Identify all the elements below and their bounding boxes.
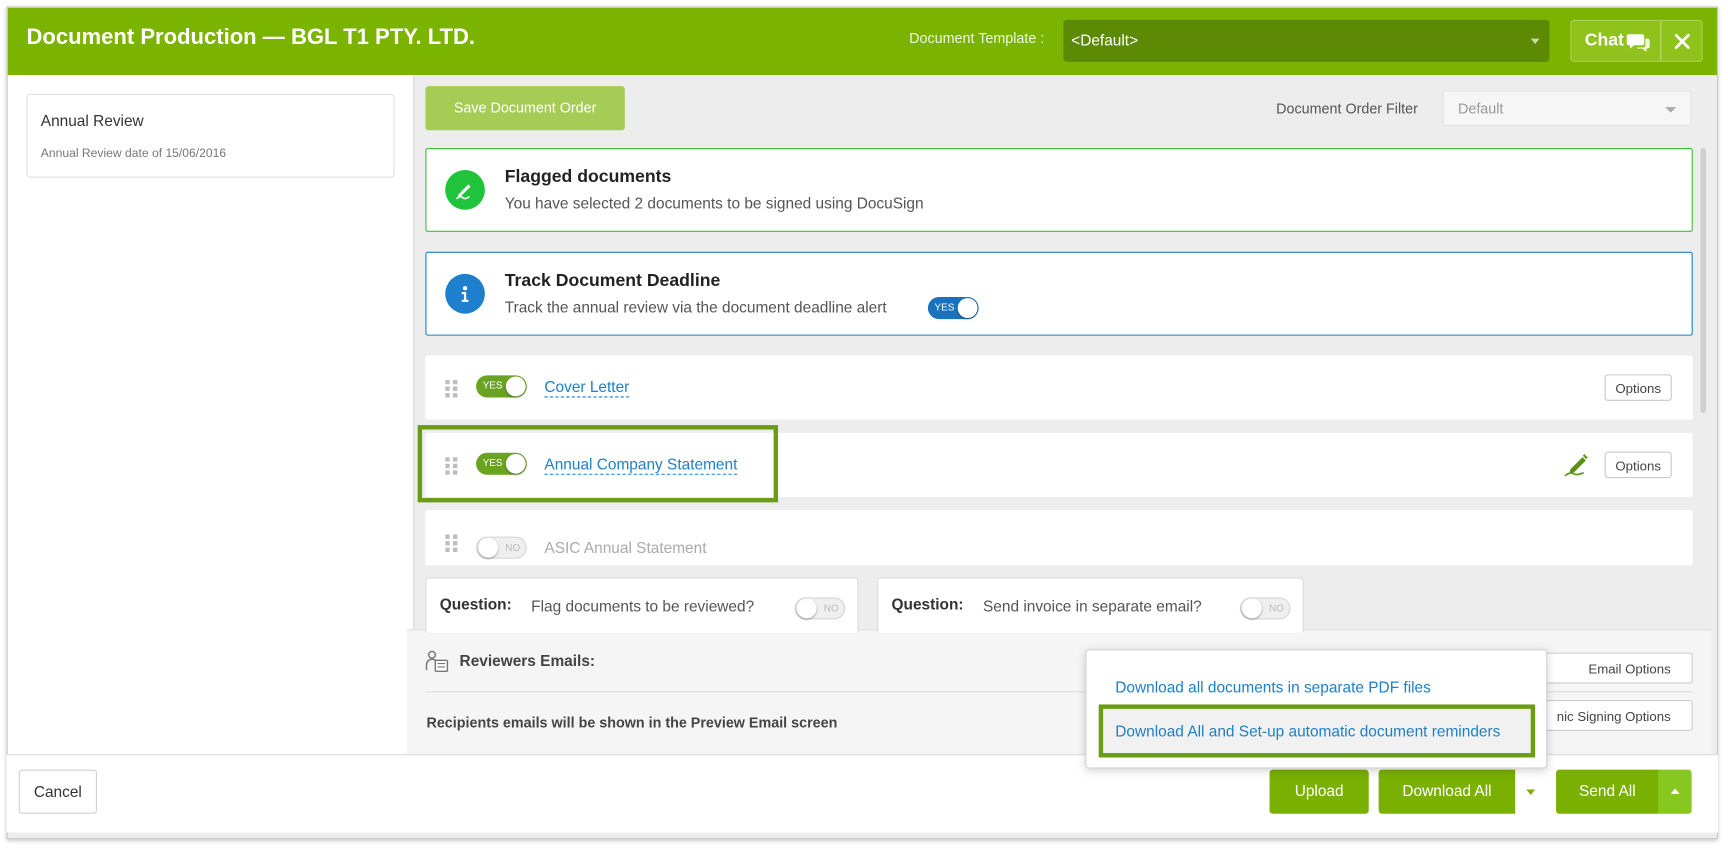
highlight-annual-company-statement [417, 425, 779, 503]
download-options-menu: Download all documents in separate PDF f… [1085, 649, 1548, 769]
deadline-toggle[interactable]: YES [927, 297, 979, 320]
save-document-order-button[interactable]: Save Document Order [425, 86, 625, 131]
document-link[interactable]: ASIC Annual Statement [544, 539, 706, 558]
question-flag-review: Question: Flag documents to be reviewed?… [425, 577, 859, 633]
review-card-title: Annual Review [40, 111, 144, 130]
close-button[interactable] [1660, 19, 1703, 62]
drag-handle-icon[interactable] [445, 379, 458, 398]
reviewers-label: Reviewers Emails: [459, 651, 596, 670]
document-order-filter-label: Document Order Filter [1276, 100, 1418, 118]
header-bar: Document Production — BGL T1 PTY. LTD. D… [7, 7, 1717, 76]
document-row-cover-letter: YES Cover Letter Options [425, 355, 1693, 420]
cancel-button[interactable]: Cancel [18, 769, 97, 814]
download-all-button[interactable]: Download All [1378, 769, 1516, 814]
question-text: Send invoice in separate email? [983, 597, 1202, 616]
signature-pen-icon [445, 170, 485, 210]
filter-value: Default [1457, 100, 1504, 118]
options-button[interactable]: Options [1604, 374, 1672, 401]
review-card-subtitle: Annual Review date of 15/06/2016 [40, 146, 227, 161]
toggle-knob [505, 376, 526, 397]
toggle-label: NO [505, 542, 521, 554]
signature-pen-icon [1564, 454, 1588, 477]
document-order-filter-select[interactable]: Default [1442, 90, 1692, 126]
toggle-label: YES [934, 301, 955, 313]
recipients-note: Recipients emails will be shown in the P… [426, 714, 838, 731]
options-button[interactable]: Options [1604, 451, 1672, 479]
menu-item-label: Download All and Set-up automatic docume… [1115, 722, 1501, 740]
download-options-toggle[interactable] [1515, 769, 1548, 814]
toggle-knob [957, 298, 978, 319]
toggle-knob [478, 537, 499, 558]
invoice-email-toggle[interactable]: NO [1239, 597, 1291, 620]
chat-button[interactable]: Chat [1570, 19, 1661, 62]
document-link[interactable]: Cover Letter [544, 378, 630, 398]
document-toggle[interactable]: YES [476, 375, 527, 398]
send-all-options-toggle[interactable] [1658, 769, 1692, 814]
caret-up-icon [1670, 788, 1680, 794]
question-label: Question: [891, 595, 964, 613]
template-value: <Default> [1071, 30, 1139, 49]
document-template-select[interactable]: <Default> [1063, 19, 1550, 62]
flagged-documents-notice: Flagged documents You have selected 2 do… [425, 147, 1693, 232]
toggle-label: YES [482, 379, 503, 391]
document-toggle[interactable]: NO [476, 536, 527, 559]
page-title: Document Production — BGL T1 PTY. LTD. [26, 25, 476, 50]
reviewer-user-icon [425, 650, 449, 673]
template-label: Document Template : [909, 29, 1045, 47]
toggle-label: NO [823, 602, 839, 614]
close-icon [1674, 33, 1690, 49]
track-deadline-notice: Track Document Deadline Track the annual… [425, 251, 1693, 336]
question-text: Flag documents to be reviewed? [531, 597, 755, 616]
menu-item-download-separate[interactable]: Download all documents in separate PDF f… [1115, 678, 1431, 696]
toggle-knob [796, 598, 817, 619]
toggle-knob [1241, 598, 1262, 619]
flagged-title: Flagged documents [504, 167, 672, 187]
flag-review-toggle[interactable]: NO [794, 597, 846, 620]
deadline-text: Track the annual review via the document… [504, 298, 887, 316]
menu-item-download-reminders[interactable]: Download All and Set-up automatic docume… [1098, 704, 1536, 758]
chat-label: Chat [1584, 30, 1624, 50]
drag-handle-icon[interactable] [445, 534, 458, 553]
send-all-button[interactable]: Send All [1556, 769, 1659, 814]
caret-down-icon [1665, 107, 1677, 113]
scrollbar-thumb[interactable] [1700, 147, 1706, 413]
caret-down-icon [1526, 789, 1536, 796]
question-label: Question: [439, 595, 512, 613]
document-row-asic-annual-statement: NO ASIC Annual Statement [425, 510, 1693, 566]
deadline-title: Track Document Deadline [504, 271, 721, 291]
caret-down-icon [1530, 38, 1540, 45]
info-icon [445, 273, 485, 314]
left-panel: Annual Review Annual Review date of 15/0… [7, 75, 415, 762]
chat-bubbles-icon [1626, 34, 1650, 52]
annual-review-card[interactable]: Annual Review Annual Review date of 15/0… [26, 93, 395, 178]
question-invoice-email: Question: Send invoice in separate email… [877, 577, 1304, 633]
flagged-text: You have selected 2 documents to be sign… [504, 194, 924, 213]
upload-button[interactable]: Upload [1269, 769, 1369, 814]
toggle-label: NO [1268, 602, 1284, 614]
